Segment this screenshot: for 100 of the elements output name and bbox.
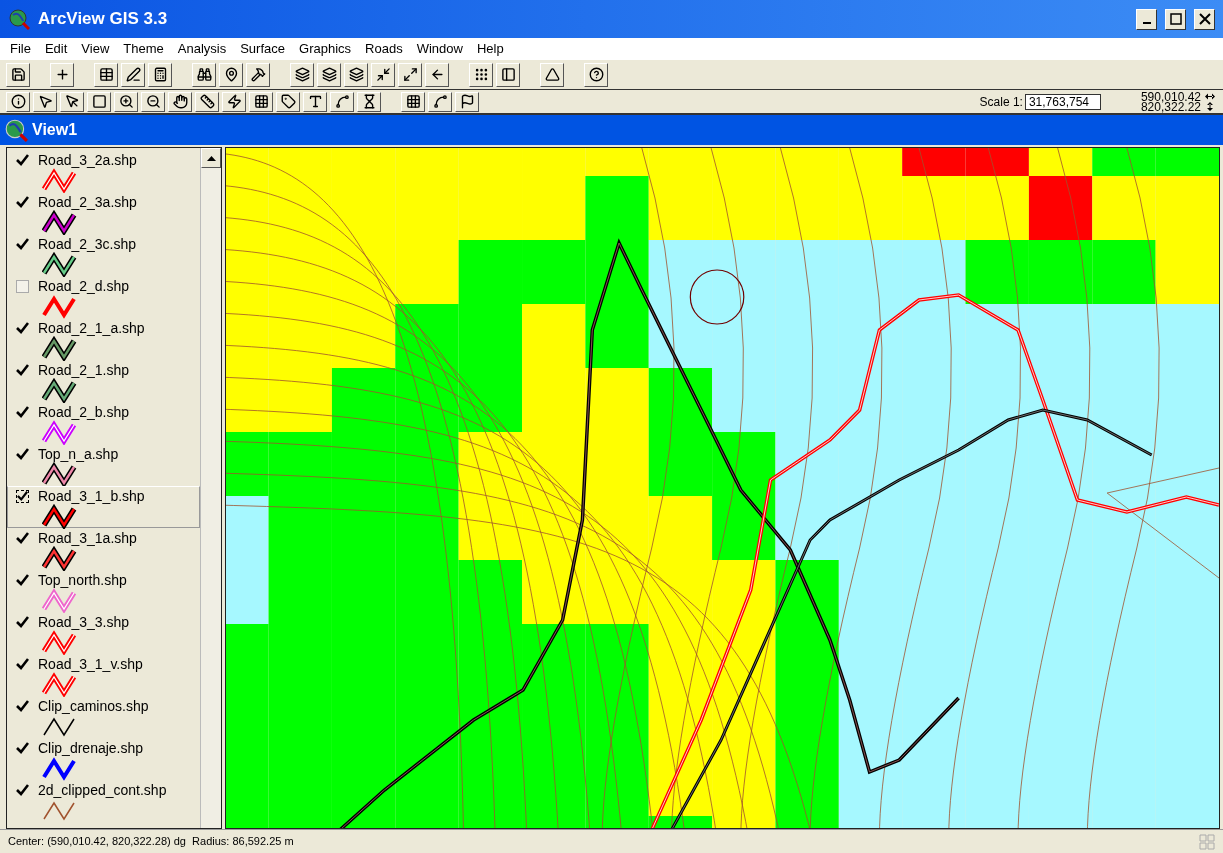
toolbar-button[interactable]	[6, 62, 30, 87]
horizontal-arrow-icon	[1205, 92, 1215, 100]
toolbar-button[interactable]	[540, 62, 564, 87]
theme-checkbox[interactable]	[16, 699, 29, 713]
toolbar-button[interactable]	[469, 62, 493, 87]
theme-name: Road_3_1_v.shp	[38, 655, 143, 673]
toolbar-button[interactable]	[317, 62, 341, 87]
theme-name: Road_2_d.shp	[38, 277, 130, 295]
check-icon	[16, 784, 29, 796]
toolbar-button[interactable]	[249, 91, 273, 112]
menu-item[interactable]: Surface	[233, 39, 292, 59]
layer-entry[interactable]: Top_north.shp	[7, 570, 200, 612]
theme-checkbox[interactable]	[16, 447, 29, 461]
scale-field[interactable]: 31,763,754	[1024, 93, 1101, 110]
toolbar-button[interactable]	[148, 62, 172, 87]
toolbar-button[interactable]	[114, 91, 138, 112]
maximize-button[interactable]	[1165, 8, 1186, 30]
toolbar-button[interactable]	[584, 62, 608, 87]
toolbar-button[interactable]	[290, 62, 314, 87]
layer-entry[interactable]: Road_3_2a.shp	[7, 150, 200, 192]
toolbar-button[interactable]	[246, 62, 270, 87]
minimize-button[interactable]	[1136, 8, 1157, 30]
toolbar-button[interactable]	[33, 91, 57, 112]
toolbar-button[interactable]	[94, 62, 118, 87]
layer-entry[interactable]: 2d_clipped_cont.shp	[7, 780, 200, 822]
theme-checkbox[interactable]	[16, 741, 29, 755]
theme-checkbox[interactable]	[16, 321, 29, 335]
toolbar-button[interactable]	[401, 91, 425, 112]
check-icon	[16, 616, 29, 628]
menu-item[interactable]: Graphics	[292, 39, 359, 59]
toolbar-button[interactable]	[6, 91, 30, 112]
theme-checkbox[interactable]	[16, 615, 29, 629]
menu-item[interactable]: Theme	[116, 39, 171, 59]
toolbar-button[interactable]	[344, 62, 368, 87]
toolbar-button[interactable]	[195, 91, 219, 112]
theme-checkbox[interactable]	[16, 783, 29, 797]
toolbar-button[interactable]	[192, 62, 216, 87]
menu-item[interactable]: File	[3, 39, 38, 59]
menu-item[interactable]: Edit	[37, 39, 75, 59]
toolbar-button[interactable]	[398, 62, 422, 87]
menu-item[interactable]: Window	[409, 39, 470, 59]
close-button[interactable]	[1194, 8, 1215, 30]
hammer-icon	[250, 67, 266, 82]
toolbar-button[interactable]	[60, 91, 84, 112]
theme-checkbox[interactable]	[16, 573, 29, 587]
toolbar-button[interactable]	[168, 91, 192, 112]
layer-entry[interactable]: Road_2_d.shp	[7, 276, 200, 318]
menu-item[interactable]: Analysis	[170, 39, 234, 59]
globe-app-icon	[8, 8, 30, 30]
layer-entry[interactable]: Clip_drenaje.shp	[7, 738, 200, 780]
toolbar-button[interactable]	[121, 62, 145, 87]
hand-icon	[172, 94, 188, 109]
menu-item[interactable]: Roads	[358, 39, 410, 59]
layer-entry[interactable]: Road_3_1_v.shp	[7, 654, 200, 696]
toolbar-button[interactable]	[425, 62, 449, 87]
toolbar-button[interactable]	[455, 91, 479, 112]
toolbar-button[interactable]	[50, 62, 74, 87]
layer-entry[interactable]: Road_2_1.shp	[7, 360, 200, 402]
theme-checkbox[interactable]	[16, 489, 29, 503]
theme-checkbox[interactable]	[16, 195, 29, 209]
layers-icon	[321, 67, 337, 82]
scrollbar[interactable]	[200, 148, 221, 828]
label-icon	[280, 94, 296, 109]
layer-entry[interactable]: Road_3_1_b.shp	[7, 486, 200, 528]
scroll-up-button[interactable]	[201, 148, 221, 168]
theme-checkbox[interactable]	[16, 237, 29, 251]
toolbar-button[interactable]	[222, 91, 246, 112]
menu-item[interactable]: Help	[469, 39, 511, 59]
zoom-in-icon	[118, 94, 134, 109]
layer-entry[interactable]: Road_3_1a.shp	[7, 528, 200, 570]
theme-checkbox[interactable]	[16, 405, 29, 419]
vertical-arrow-icon	[1205, 101, 1215, 111]
layer-entry[interactable]: Top_n_a.shp	[7, 444, 200, 486]
layer-entry[interactable]: Road_2_1_a.shp	[7, 318, 200, 360]
toolbar-button[interactable]	[303, 91, 327, 112]
theme-checkbox[interactable]	[16, 153, 29, 167]
toolbar-button[interactable]	[371, 62, 395, 87]
toolbar-button[interactable]	[141, 91, 165, 112]
theme-checkbox[interactable]	[16, 531, 29, 545]
status-text: Center: (590,010.42, 820,322.28) dg Radius: 86,592.25 m	[8, 834, 295, 850]
up-arrow-icon	[206, 155, 216, 161]
layer-entry[interactable]: Road_2_3c.shp	[7, 234, 200, 276]
theme-name: Clip_caminos.shp	[38, 697, 149, 715]
toolbar-button[interactable]	[428, 91, 452, 112]
toolbar-button[interactable]	[496, 62, 520, 87]
menu-item[interactable]: View	[74, 39, 117, 59]
check-icon	[16, 364, 29, 376]
layer-entry[interactable]: Road_2_b.shp	[7, 402, 200, 444]
layer-entry[interactable]: Clip_caminos.shp	[7, 696, 200, 738]
window-title: ArcView GIS 3.3	[38, 8, 169, 31]
toolbar-button[interactable]	[87, 91, 111, 112]
theme-checkbox[interactable]	[16, 657, 29, 671]
theme-checkbox[interactable]	[16, 363, 29, 377]
toolbar-button[interactable]	[219, 62, 243, 87]
toolbar-button[interactable]	[357, 91, 381, 112]
layer-entry[interactable]: Road_2_3a.shp	[7, 192, 200, 234]
theme-checkbox[interactable]	[16, 279, 29, 293]
toolbar-button[interactable]	[276, 91, 300, 112]
toolbar-button[interactable]	[330, 91, 354, 112]
layer-entry[interactable]: Road_3_3.shp	[7, 612, 200, 654]
